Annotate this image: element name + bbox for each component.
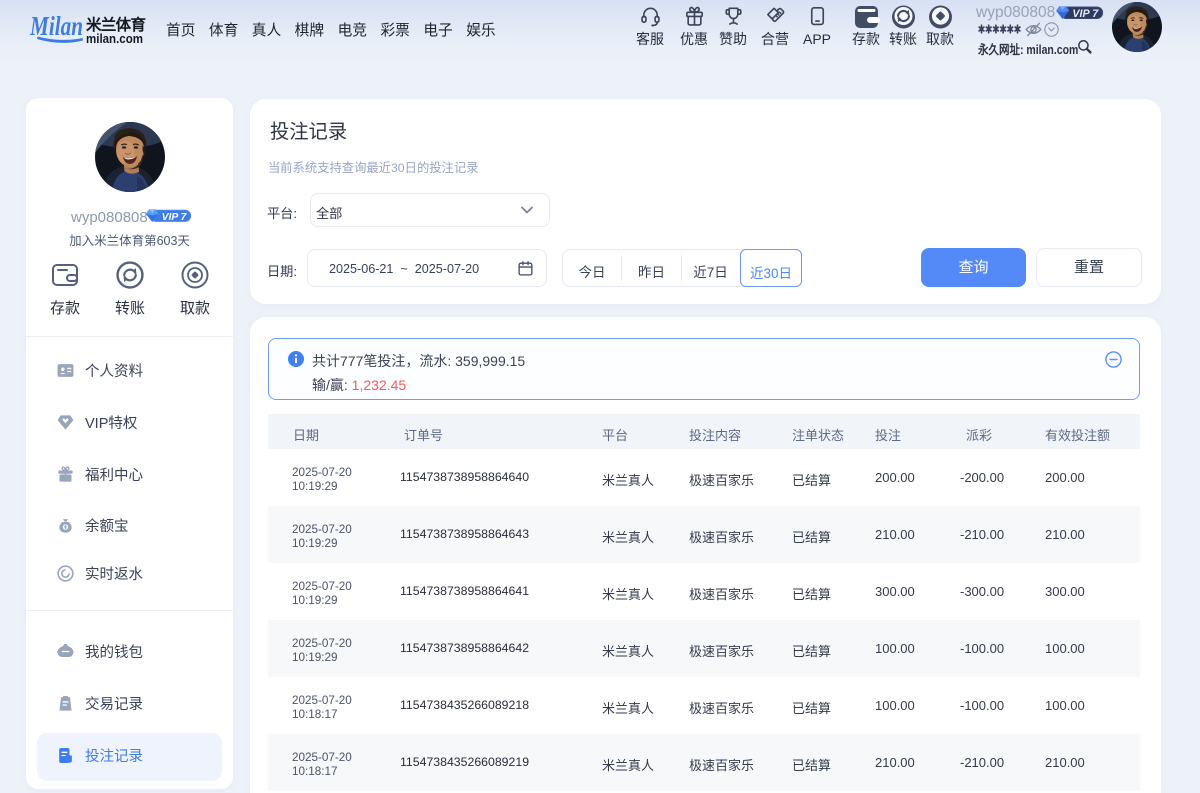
svg-text:VIP 7: VIP 7 bbox=[162, 212, 188, 223]
svg-text:Milan: Milan bbox=[29, 11, 83, 41]
svg-text:milan.com: milan.com bbox=[86, 32, 143, 46]
svg-text:VIP 7: VIP 7 bbox=[1072, 8, 1099, 20]
